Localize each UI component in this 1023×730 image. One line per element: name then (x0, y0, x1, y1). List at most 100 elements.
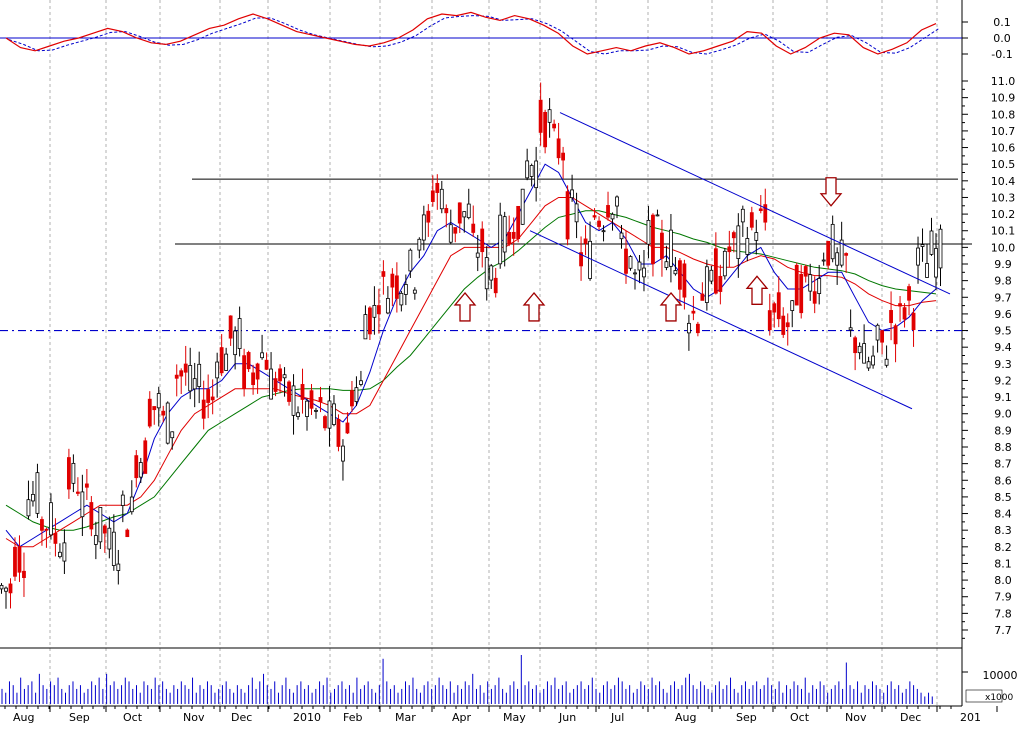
down-arrow-icon (819, 177, 843, 207)
candle-body (538, 99, 543, 133)
candle-body (772, 303, 777, 313)
candle-body (336, 418, 341, 447)
candle-body (31, 493, 35, 502)
candle-body (574, 203, 579, 223)
x-tick-label: 201 (960, 711, 981, 724)
candle-body (610, 213, 615, 220)
price-tick-label: 10.0 (991, 241, 1016, 254)
price-tick-label: 8.3 (994, 524, 1012, 537)
candle-body (58, 551, 62, 558)
candle-body (597, 220, 601, 227)
channel-lower-line (529, 230, 913, 410)
x-tick-label: Aug (675, 711, 696, 724)
price-tick-label: 9.8 (994, 275, 1012, 288)
candle-body (803, 266, 808, 277)
oscillator-tick-label: 0.0 (993, 32, 1011, 45)
x-tick-label: May (503, 711, 526, 724)
candle-body (426, 210, 431, 223)
oscillator-tick-label: 0.1 (993, 16, 1011, 29)
x-tick-label: Nov (845, 711, 867, 724)
candle-body (615, 196, 619, 207)
candle-body (543, 111, 548, 148)
candle-body (13, 546, 17, 577)
candle-body (848, 327, 853, 331)
candle-body (143, 440, 148, 474)
candle-body (552, 123, 557, 129)
candle-body (22, 570, 26, 578)
candle-body (826, 240, 831, 266)
y-axis: 0.1 0.0 -0.1 11.0 10.9 10.8 10.7 10.6 10.5 10.4 10… (962, 16, 1018, 703)
candle-body (642, 267, 646, 278)
candle-body (916, 247, 920, 266)
candle-body (911, 312, 916, 331)
candle-body (305, 400, 309, 417)
candle-body (188, 365, 193, 392)
candle-body (682, 263, 687, 298)
candle-body (776, 292, 781, 320)
candle-body (98, 507, 103, 543)
candle-body (134, 455, 139, 479)
candle-body (781, 315, 786, 335)
up-arrow-icon (522, 291, 546, 322)
candle-body (80, 491, 85, 518)
candle-body (695, 323, 700, 334)
candle-body (934, 248, 938, 278)
x-tick-label: Jul (610, 711, 624, 724)
x-tick-label: Jun (558, 711, 576, 724)
candle-body (669, 229, 673, 267)
price-tick-label: 10.7 (991, 125, 1016, 138)
candle-body (161, 410, 166, 416)
candle-body (251, 372, 256, 385)
candle-body (84, 483, 89, 488)
volume-tick-label: 10000 (983, 669, 1018, 682)
candle-body (556, 138, 561, 159)
candle-body (327, 400, 332, 429)
candle-body (453, 227, 458, 234)
candle-body (237, 318, 242, 349)
candle-body (215, 361, 220, 379)
candle-body (291, 385, 296, 416)
candle-body (0, 584, 4, 590)
candle-body (624, 248, 628, 274)
candle-body (498, 214, 503, 265)
candle-body (547, 109, 552, 123)
candle-body (561, 152, 566, 161)
candle-body (8, 583, 13, 594)
candle-body (156, 393, 161, 409)
candle-body (529, 165, 534, 177)
candle-body (385, 298, 390, 314)
candle-body (152, 406, 157, 411)
candle-body (588, 240, 592, 279)
volume-unit-label: x1000 (985, 693, 1014, 703)
x-tick-label: Dec (231, 711, 252, 724)
candlesticks (0, 82, 943, 609)
candle-body (264, 359, 269, 370)
candle-body (700, 293, 705, 301)
candle-body (210, 396, 215, 401)
candle-body (111, 531, 116, 566)
up-arrow-icon (745, 275, 769, 305)
price-tick-label: 8.8 (994, 441, 1012, 454)
candle-body (228, 315, 233, 339)
candle-body (102, 525, 107, 534)
candle-body (17, 546, 22, 573)
candle-body (269, 368, 273, 400)
price-tick-label: 10.9 (991, 92, 1016, 105)
candle-body (884, 358, 889, 366)
candle-body (44, 528, 49, 531)
candle-body (875, 324, 880, 341)
candle-body (862, 343, 867, 364)
candle-body (749, 212, 754, 228)
candle-body (318, 397, 323, 402)
candle-body (678, 260, 682, 290)
oscillator-pane (0, 11, 962, 55)
candle-body (345, 422, 350, 434)
ma-long-line (5, 210, 937, 531)
price-tick-label: 9.9 (994, 258, 1012, 271)
candle-body (871, 355, 876, 366)
candle-body (655, 214, 660, 217)
stock-chart: 0.1 0.0 -0.1 11.0 10.9 10.8 10.7 10.6 10.5 10.4 10… (0, 0, 1023, 726)
candle-body (830, 223, 835, 260)
price-tick-label: 7.8 (994, 607, 1012, 620)
candle-body (287, 381, 291, 402)
